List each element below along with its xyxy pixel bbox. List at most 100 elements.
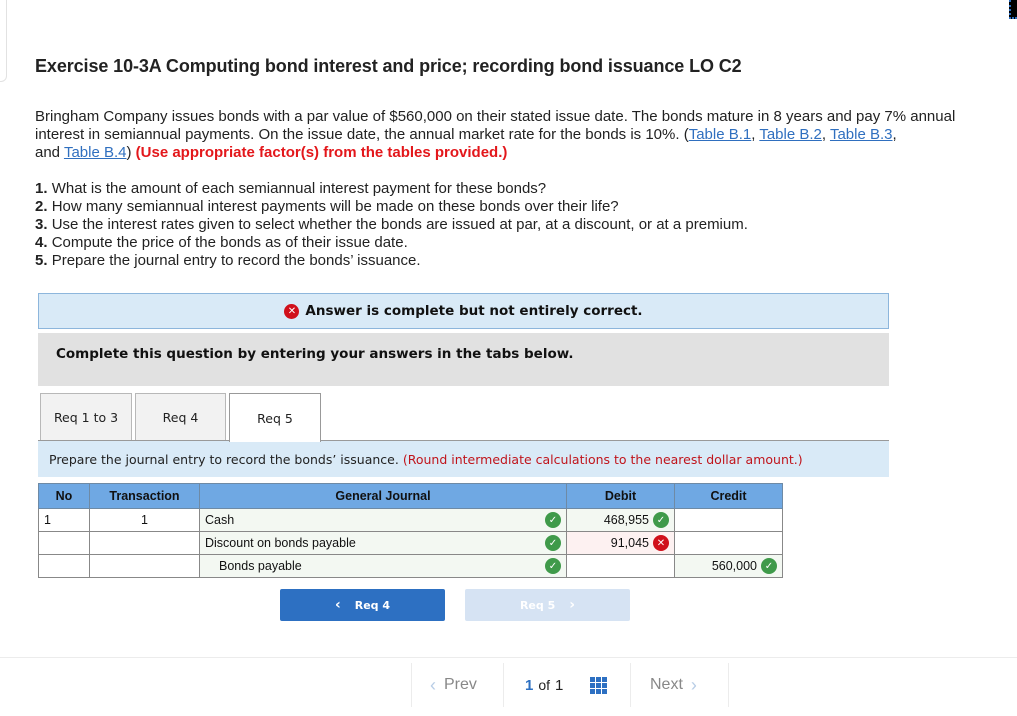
header-general-journal: General Journal (199, 483, 567, 509)
footer-divider (0, 657, 1017, 658)
credit-input[interactable] (674, 508, 783, 532)
requirement-text: Prepare the journal entry to record the … (51, 252, 421, 269)
requirement-number: 5. (35, 252, 48, 269)
pager-divider (411, 663, 412, 707)
debit-input[interactable]: 468,955 ✓ (566, 508, 675, 532)
and-text: and (35, 144, 64, 161)
prev-req-label: Req 4 (354, 598, 391, 612)
requirement-text: How many semiannual interest payments wi… (51, 198, 619, 215)
x-circle-icon: ✕ (653, 535, 669, 551)
x-circle-icon: ✕ (284, 303, 300, 319)
prev-req-button[interactable]: ‹ Req 4 (280, 589, 445, 621)
close-paren: ) (126, 144, 132, 161)
grid-icon[interactable] (590, 676, 608, 694)
next-req-label: Req 5 (519, 598, 556, 612)
credit-input[interactable] (674, 531, 783, 555)
debit-input[interactable]: 91,045 ✕ (566, 531, 675, 555)
row-transaction (89, 554, 200, 578)
table-b1-link[interactable]: Table B.1 (689, 126, 752, 143)
header-debit: Debit (566, 483, 675, 509)
requirement-text: Compute the price of the bonds as of the… (51, 234, 408, 251)
row-no (38, 554, 90, 578)
next-req-button[interactable]: Req 5 › (465, 589, 630, 621)
journal-row: Bonds payable ✓ 560,000 ✓ (38, 554, 783, 578)
row-transaction (89, 531, 200, 555)
exercise-intro: Bringham Company issues bonds with a par… (35, 108, 985, 162)
header-credit: Credit (674, 483, 783, 509)
pager-prev-label: Prev (444, 676, 477, 693)
requirement-item: 3. Use the interest rates given to selec… (35, 216, 985, 234)
requirement-tabs: Req 1 to 3 Req 4 Req 5 (40, 393, 324, 442)
focus-indicator (1009, 0, 1017, 19)
current-page: 1 (525, 676, 534, 694)
chevron-left-icon: ‹ (430, 674, 436, 695)
table-b2-link[interactable]: Table B.2 (759, 126, 822, 143)
row-transaction: 1 (89, 508, 200, 532)
requirement-text: Use the interest rates given to select w… (51, 216, 748, 233)
instruction-box: Complete this question by entering your … (38, 333, 889, 386)
requirement-number: 1. (35, 180, 48, 197)
row-no (38, 531, 90, 555)
pager-divider (630, 663, 631, 707)
account-name: Cash (205, 513, 235, 527)
tab-req-5[interactable]: Req 5 (229, 393, 321, 442)
credit-value: 560,000 (711, 559, 757, 573)
account-name: Bonds payable (219, 559, 302, 573)
account-select[interactable]: Cash ✓ (199, 508, 567, 532)
factor-instruction: (Use appropriate factor(s) from the tabl… (135, 144, 508, 161)
debit-value: 468,955 (603, 513, 649, 527)
prompt-bar: Prepare the journal entry to record the … (38, 441, 889, 477)
journal-header-row: No Transaction General Journal Debit Cre… (38, 483, 783, 509)
requirement-item: 4. Compute the price of the bonds as of … (35, 234, 985, 252)
answer-status-banner: ✕ Answer is complete but not entirely co… (38, 293, 889, 329)
requirement-item: 2. How many semiannual interest payments… (35, 198, 985, 216)
pager-prev-button[interactable]: ‹ Prev (430, 663, 477, 707)
account-name: Discount on bonds payable (205, 536, 356, 550)
journal-table: No Transaction General Journal Debit Cre… (38, 483, 783, 578)
chevron-right-icon: › (569, 597, 576, 613)
check-circle-icon: ✓ (761, 558, 777, 574)
chevron-right-icon: › (690, 674, 697, 695)
account-select[interactable]: Bonds payable ✓ (199, 554, 567, 578)
separator: , (821, 126, 830, 143)
account-select[interactable]: Discount on bonds payable ✓ (199, 531, 567, 555)
card-edge (0, 0, 7, 82)
pager-next-button[interactable]: Next › (650, 663, 697, 707)
requirement-text: What is the amount of each semiannual in… (51, 180, 547, 197)
requirement-number: 2. (35, 198, 48, 215)
rounding-note: (Round intermediate calculations to the … (402, 452, 803, 467)
table-b4-link[interactable]: Table B.4 (64, 144, 127, 161)
header-no: No (38, 483, 90, 509)
check-circle-icon: ✓ (545, 512, 561, 528)
instruction-text: Complete this question by entering your … (56, 346, 574, 362)
check-circle-icon: ✓ (545, 558, 561, 574)
pager-next-label: Next (650, 676, 683, 693)
page-indicator: 1 of 1 (525, 663, 608, 707)
row-no: 1 (38, 508, 90, 532)
chevron-left-icon: ‹ (334, 597, 341, 613)
table-b3-link[interactable]: Table B.3 (830, 126, 893, 143)
journal-row: Discount on bonds payable ✓ 91,045 ✕ (38, 531, 783, 555)
exercise-title: Exercise 10-3A Computing bond interest a… (35, 56, 742, 76)
requirement-number: 3. (35, 216, 48, 233)
debit-value: 91,045 (610, 536, 649, 550)
pager-divider (503, 663, 504, 707)
requirement-item: 1. What is the amount of each semiannual… (35, 180, 985, 198)
of-label: of (538, 677, 551, 693)
header-transaction: Transaction (89, 483, 200, 509)
requirements-list: 1. What is the amount of each semiannual… (35, 180, 985, 270)
journal-row: 1 1 Cash ✓ 468,955 ✓ (38, 508, 783, 532)
status-message: Answer is complete but not entirely corr… (305, 303, 643, 319)
check-circle-icon: ✓ (653, 512, 669, 528)
debit-input[interactable] (566, 554, 675, 578)
pager-divider (728, 663, 729, 707)
prompt-text: Prepare the journal entry to record the … (49, 452, 399, 467)
total-pages: 1 (555, 676, 564, 694)
credit-input[interactable]: 560,000 ✓ (674, 554, 783, 578)
separator: , (892, 126, 897, 143)
check-circle-icon: ✓ (545, 535, 561, 551)
tab-req-4[interactable]: Req 4 (135, 393, 226, 441)
requirement-number: 4. (35, 234, 48, 251)
requirement-item: 5. Prepare the journal entry to record t… (35, 252, 985, 270)
tab-req-1-to-3[interactable]: Req 1 to 3 (40, 393, 132, 441)
